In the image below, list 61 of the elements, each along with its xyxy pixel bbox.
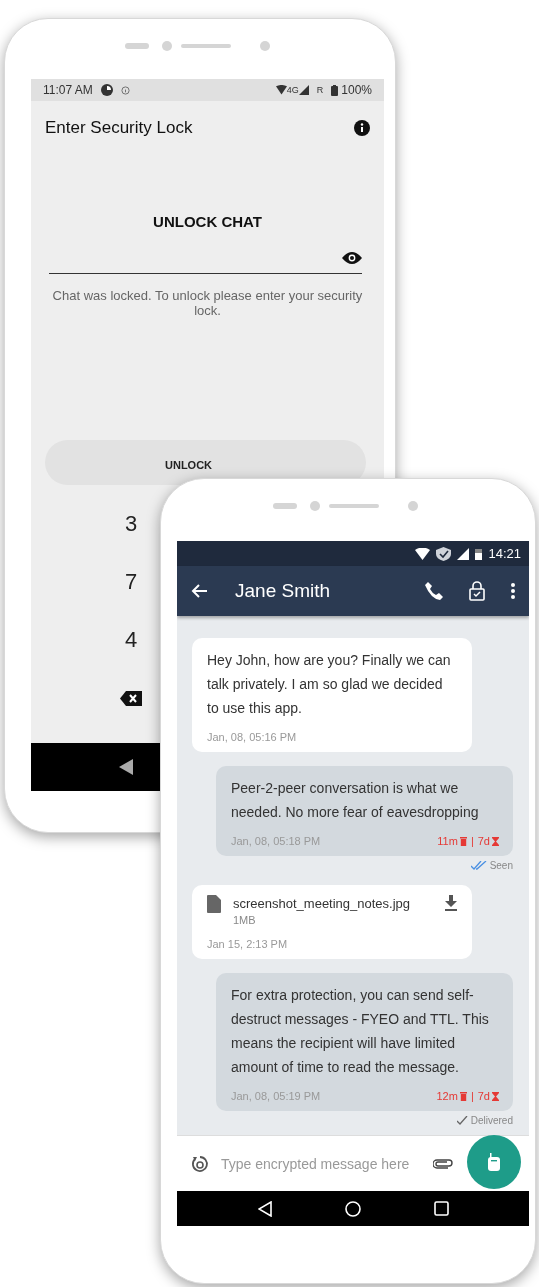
battery-icon (475, 547, 483, 560)
info-small-icon (120, 85, 130, 95)
separator: | (470, 834, 474, 848)
network-label: 4G (286, 85, 299, 95)
wifi-icon (275, 85, 287, 95)
self-destruct-timer: 12m (436, 1089, 458, 1103)
lock-check-icon[interactable] (469, 581, 485, 601)
download-icon[interactable] (444, 895, 458, 911)
hourglass-icon (492, 1091, 499, 1101)
keypad-key[interactable]: 4 (119, 611, 143, 669)
back-nav-icon[interactable] (257, 1200, 272, 1217)
home-nav-icon[interactable] (344, 1200, 361, 1217)
phone-call-icon[interactable] (425, 582, 443, 600)
status-circle-icon (100, 84, 113, 96)
paperclip-icon[interactable] (433, 1158, 453, 1169)
message-input[interactable]: Type encrypted message here (221, 1155, 421, 1172)
file-size: 1MB (233, 913, 257, 927)
unlock-button[interactable]: UNLOCK (45, 440, 366, 485)
recents-nav-icon[interactable] (433, 1201, 449, 1216)
more-options-icon[interactable] (511, 583, 515, 599)
keypad-key[interactable]: 7 (119, 553, 143, 611)
message-text: Hey John, how are you? Finally we can talk privately. I am so glad we decided to use this app. (207, 651, 452, 718)
message-time: Jan, 08, 05:16 PM (207, 730, 297, 744)
message-text: For extra protection, you can send self-destruct messages - FYEO and TTL. This means the recipient will have limited amount of time to read the message. (231, 986, 490, 1077)
ttl-timer: 7d (477, 1089, 490, 1103)
unlock-heading: UNLOCK CHAT (152, 213, 263, 230)
roaming-label: R (316, 85, 324, 95)
back-nav-icon[interactable] (119, 759, 133, 775)
contact-name: Jane Smith (235, 580, 332, 602)
file-icon (207, 895, 221, 913)
back-arrow-icon[interactable] (191, 584, 207, 598)
signal-icon (457, 547, 470, 560)
walkie-talkie-button[interactable] (467, 1135, 521, 1189)
status-time: 11:07 AM (43, 83, 93, 97)
self-destruct-timer: 11m (437, 834, 458, 848)
screen-title: Enter Security Lock (45, 118, 194, 138)
message-text: Peer-2-peer conversation is what we needed. No more fear of eavesdropping (231, 779, 480, 822)
walkie-talkie-icon (488, 1153, 500, 1171)
message-time: Jan, 08, 05:19 PM (231, 1089, 321, 1103)
message-time: Jan, 08, 05:18 PM (231, 834, 321, 848)
status-time: 14:21 (488, 546, 521, 561)
shield-check-icon (436, 546, 452, 561)
delivery-status: Seen (489, 860, 513, 871)
wifi-icon (415, 547, 431, 560)
delivery-status: Delivered (470, 1115, 513, 1126)
trash-icon (459, 1091, 467, 1101)
ttl-timer: 7d (477, 834, 490, 848)
info-icon[interactable] (354, 120, 370, 136)
message-time: Jan 15, 2:13 PM (207, 937, 288, 951)
signal-icon (298, 85, 309, 95)
trash-icon (459, 836, 467, 846)
hint-text: Chat was locked. To unlock please enter your security lock. (51, 288, 364, 318)
hourglass-icon (492, 836, 499, 846)
file-name: screenshot_meeting_notes.jpg (233, 895, 412, 913)
timer-icon[interactable] (191, 1154, 209, 1173)
battery-icon (331, 84, 339, 96)
separator: | (470, 1089, 474, 1103)
battery-percent: 100% (341, 83, 372, 97)
keypad-key[interactable]: 3 (119, 495, 143, 553)
backspace-icon[interactable] (120, 690, 142, 706)
eye-icon[interactable] (342, 252, 362, 264)
